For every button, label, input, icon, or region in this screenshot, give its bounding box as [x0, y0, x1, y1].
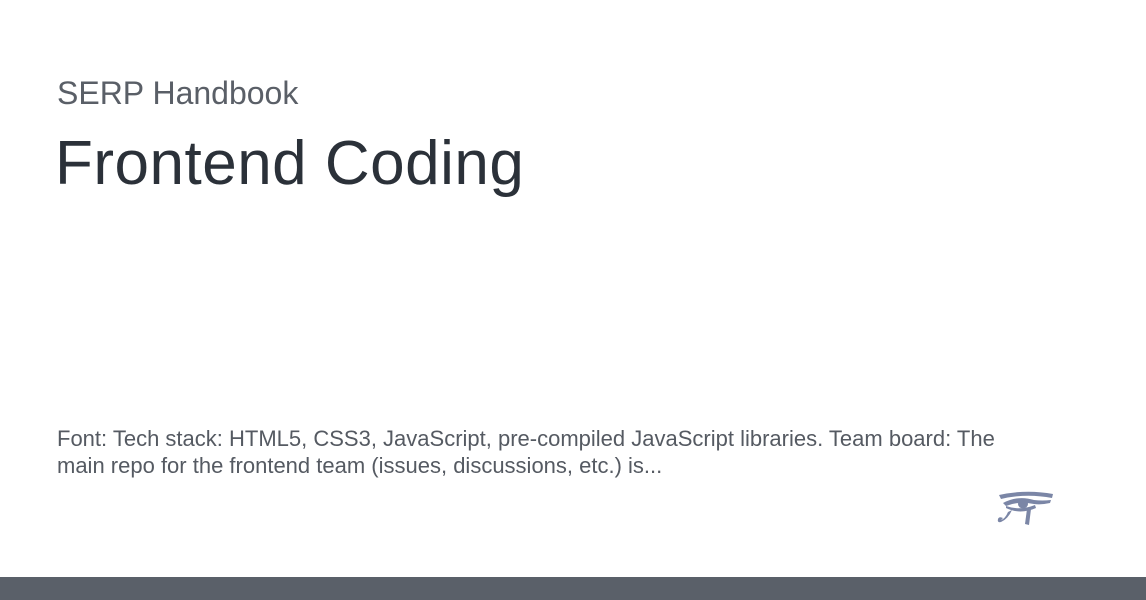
eye-of-horus-icon	[996, 490, 1054, 530]
footer-bar	[0, 577, 1146, 600]
page-title: Frontend Coding	[55, 129, 525, 198]
page-description: Font: Tech stack: HTML5, CSS3, JavaScrip…	[57, 426, 995, 478]
site-name: SERP Handbook	[57, 75, 299, 111]
preview-card: SERP Handbook Frontend Coding Font: Tech…	[0, 0, 1146, 600]
